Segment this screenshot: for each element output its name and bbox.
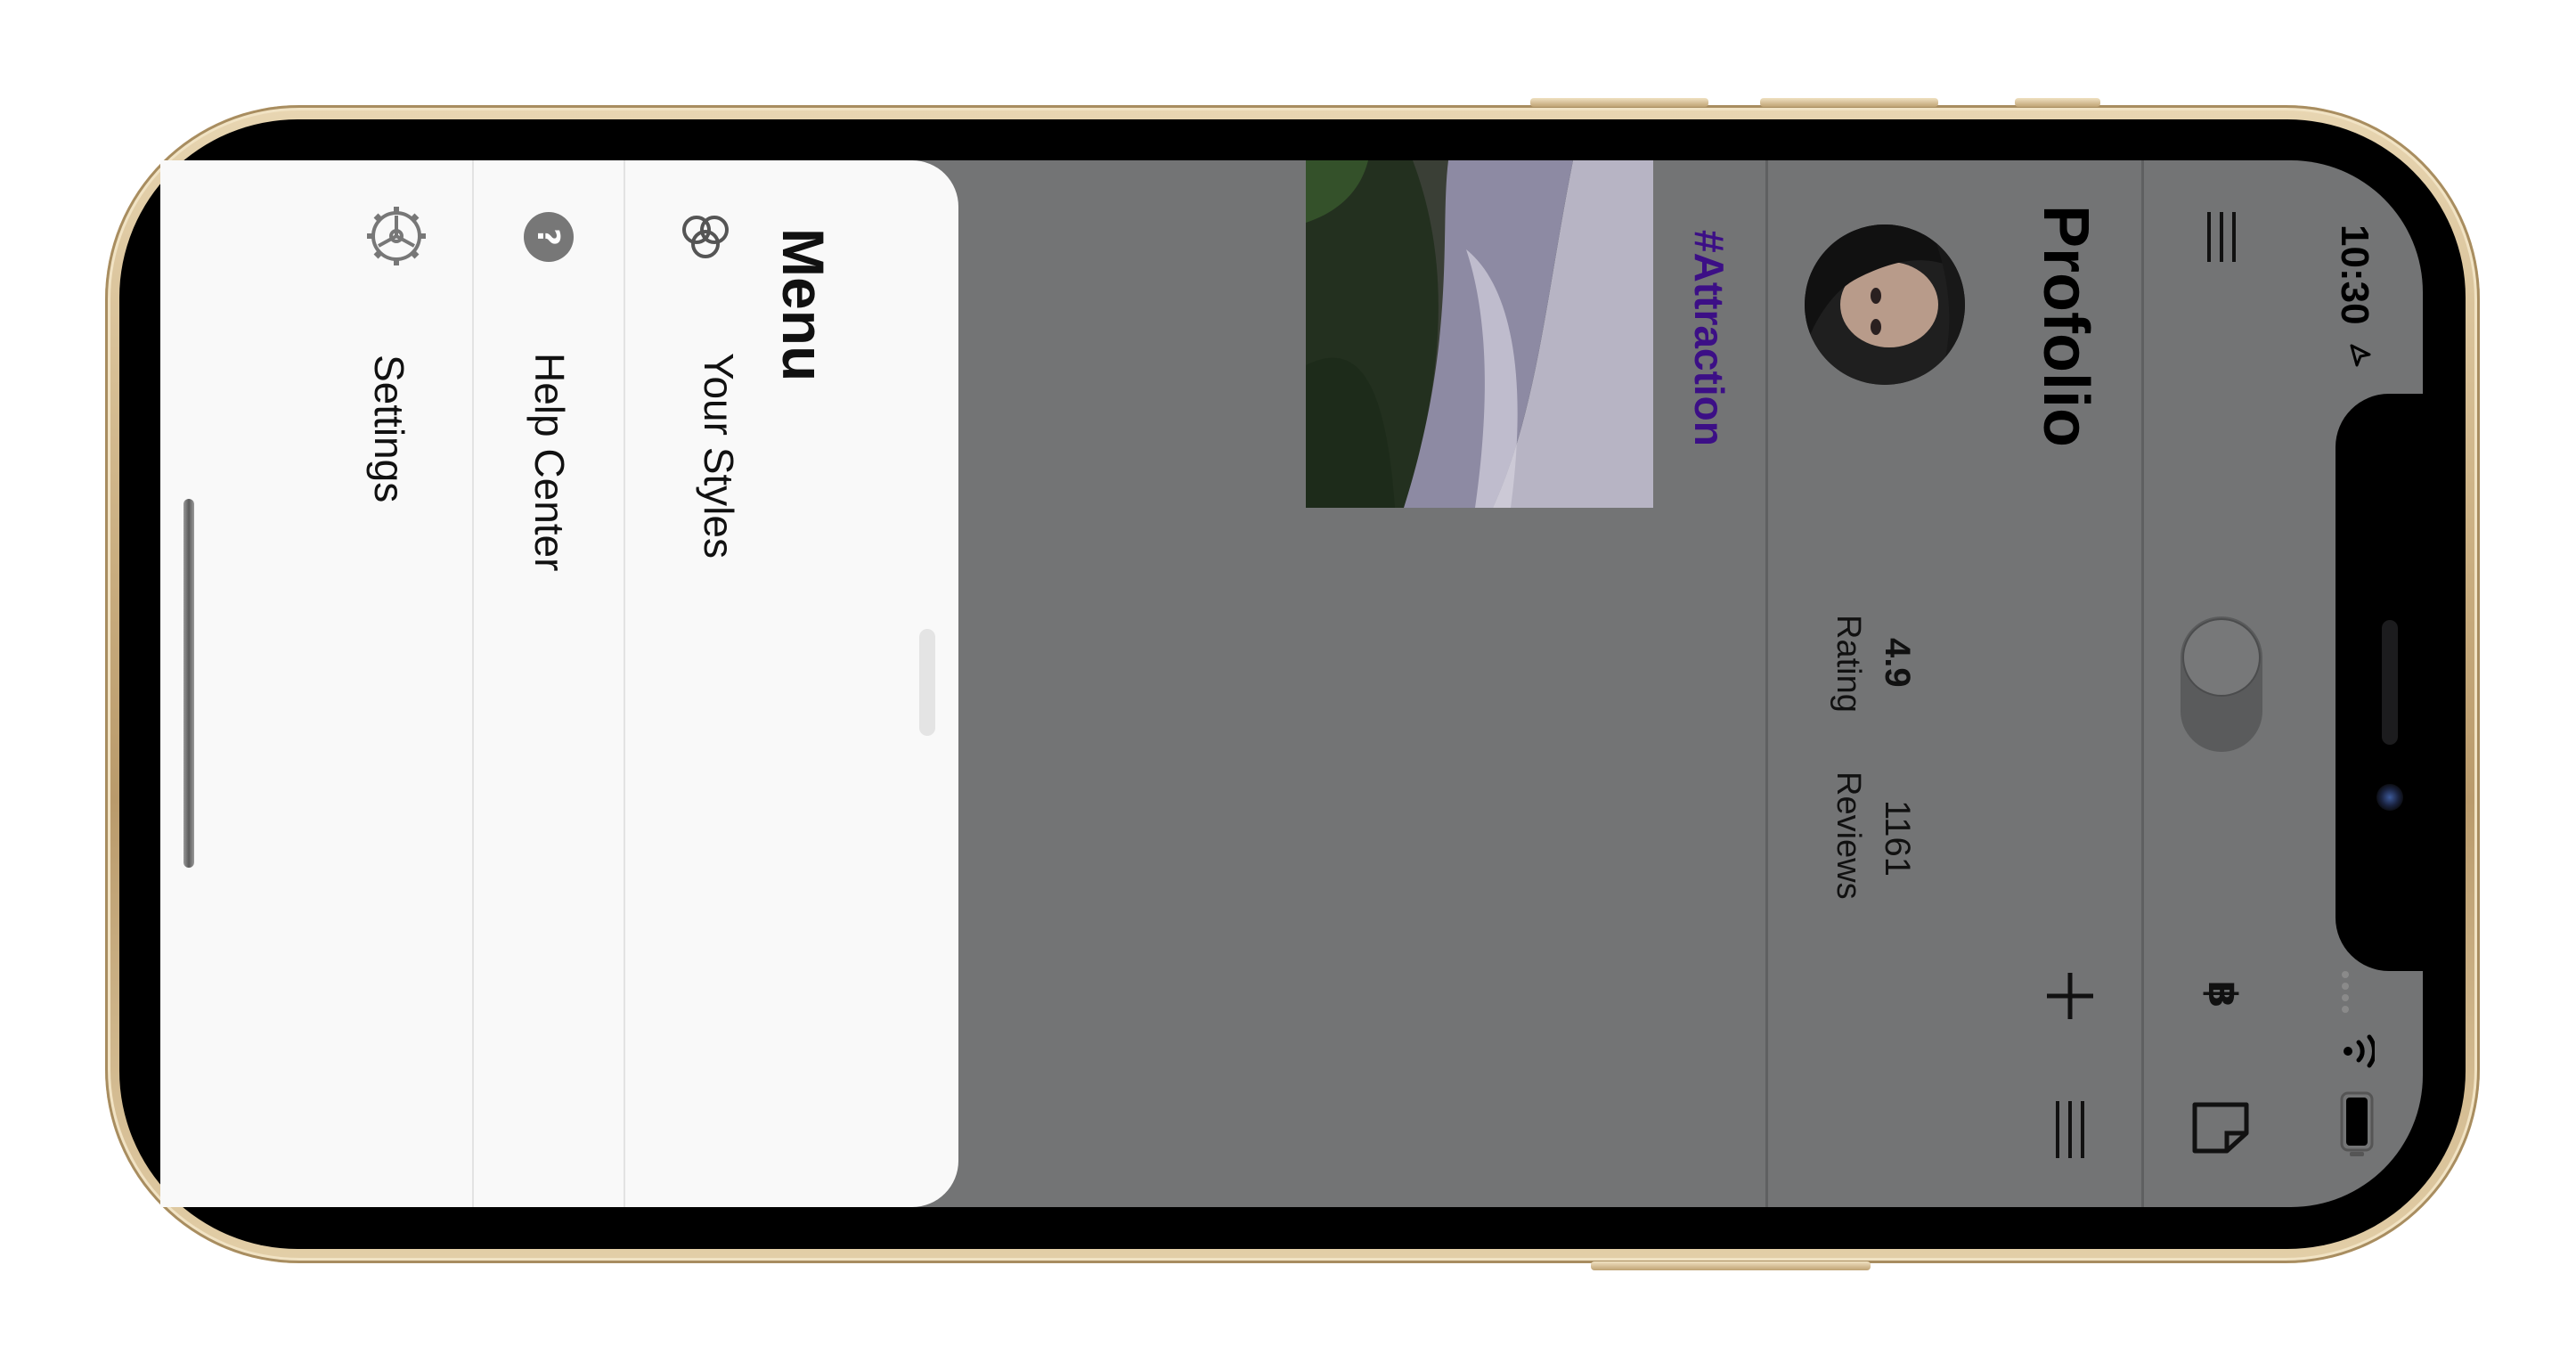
volume-up-button [1530,98,1708,107]
rating-value: 4.9 [1878,638,1917,688]
front-camera [2376,784,2403,811]
menu-item-your-styles[interactable]: Your Styles [675,207,791,884]
toolbar-divider [2141,160,2144,1207]
silent-switch [2015,98,2100,107]
hamburger-icon[interactable] [2205,212,2241,266]
column-divider [1765,160,1768,1207]
scroll-indicator [183,499,194,868]
avatar[interactable] [1805,224,1965,385]
plus-icon[interactable] [2045,971,2095,1025]
menu-item-label: Your Styles [696,353,742,559]
notch [2336,394,2460,971]
rating-label: Rating [1830,615,1867,713]
list-icon[interactable] [2054,1101,2090,1163]
toggle-knob [2184,620,2259,695]
battery-icon [2339,1090,2375,1163]
wifi-icon [2339,1032,2376,1075]
app-title: Profolio [2030,205,2101,447]
menu-divider [472,160,474,1207]
menu-item-label: Help Center [526,353,573,572]
gear-icon [365,205,428,272]
reviews-value: 1161 [1878,800,1917,877]
menu-item-label: Settings [366,355,412,503]
hero-image[interactable] [1306,160,1653,508]
menu-item-help-center[interactable]: ? Help Center [518,207,624,884]
sticker-icon[interactable] [2191,1101,2250,1159]
earpiece-speaker [2382,620,2398,745]
cellular-signal-icon [2339,969,2352,1020]
svg-text:฿: ฿ [2199,981,2245,1008]
status-time: 10:30 [2333,224,2376,325]
drawer-scroll-indicator[interactable] [919,629,935,736]
menu-item-settings[interactable]: Settings [363,203,472,880]
side-button [1591,1261,1871,1270]
circles-icon [679,210,732,268]
tag-label[interactable]: #Attraction [1685,230,1733,446]
svg-text:?: ? [530,228,566,246]
bitcoin-icon[interactable]: ฿ [2197,971,2246,1022]
volume-down-button [1760,98,1938,107]
reviews-label: Reviews [1830,771,1867,900]
menu-divider [624,160,625,1207]
location-arrow-icon [2348,342,2373,373]
help-icon: ? [522,210,575,268]
